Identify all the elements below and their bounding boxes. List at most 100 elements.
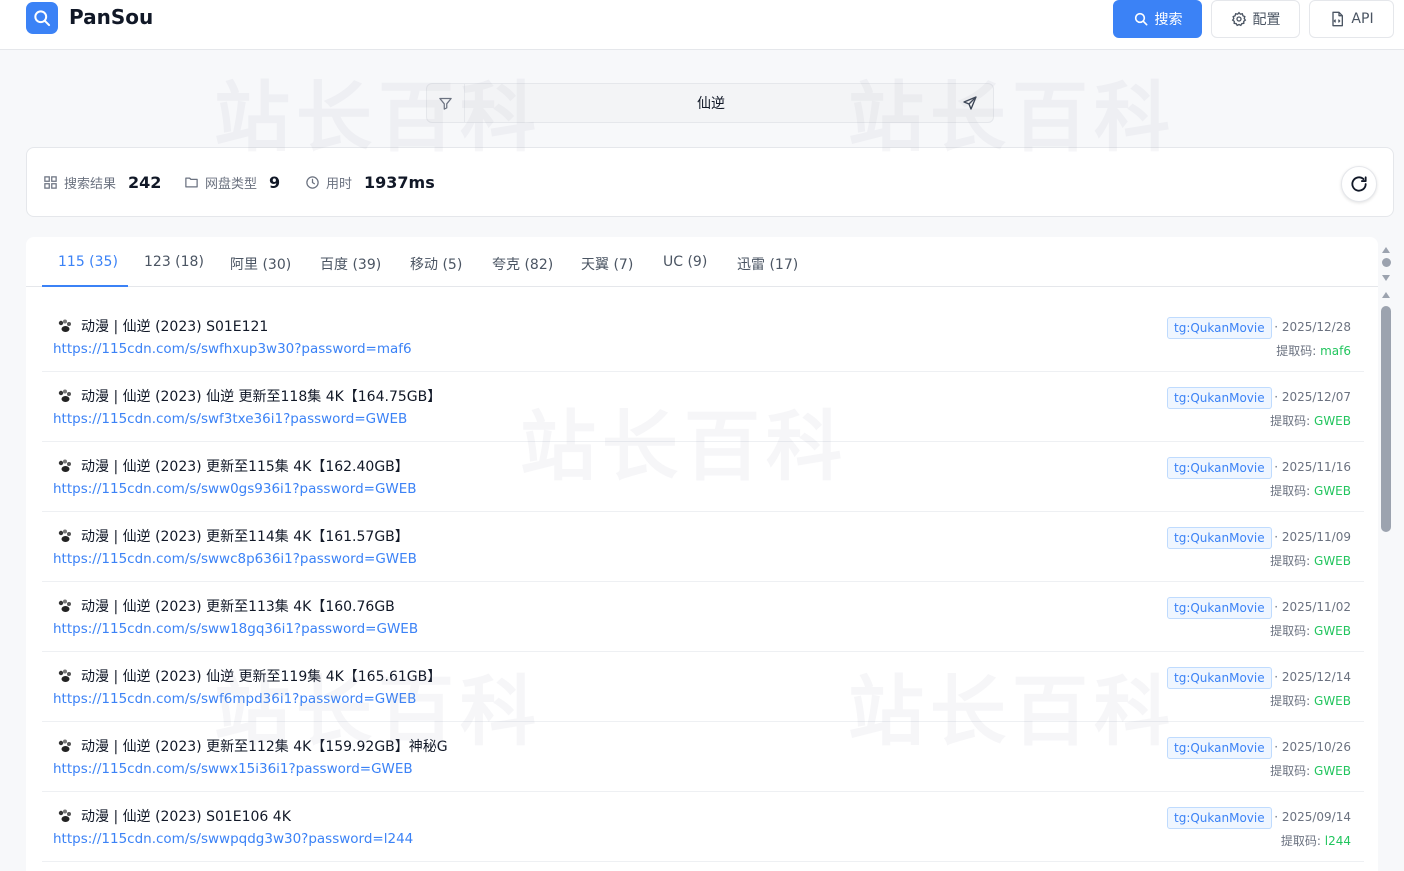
result-title[interactable]: 动漫 | 仙逆 (2023) S01E106 4K [57, 806, 291, 826]
api-button[interactable]: API [1309, 0, 1394, 38]
scroll-up-icon[interactable] [1381, 290, 1391, 300]
code-value[interactable]: GWEB [1314, 554, 1351, 568]
scroll-thumb[interactable] [1381, 306, 1391, 532]
tab-123[interactable]: 123 (18) [144, 237, 204, 287]
folder-icon [185, 177, 198, 188]
stat-results-label: 搜索结果 [64, 177, 117, 192]
result-date: · 2025/10/26 [1274, 740, 1351, 754]
search-input[interactable] [467, 84, 955, 122]
result-title-text: 动漫 | 仙逆 (2023) S01E106 4K [81, 809, 291, 825]
submit-search-button[interactable] [955, 84, 985, 122]
scroll-up-icon[interactable] [1381, 245, 1391, 255]
refresh-button[interactable] [1341, 166, 1377, 202]
source-tag[interactable]: tg:QukanMovie [1167, 527, 1272, 549]
code-value[interactable]: GWEB [1314, 694, 1351, 708]
result-row: 动漫 | 仙逆 (2023) S01E121 https://115cdn.co… [42, 302, 1364, 372]
paw-icon [58, 599, 71, 612]
result-title[interactable]: 动漫 | 仙逆 (2023) 更新至113集 4K【160.76GB [57, 596, 395, 616]
send-icon [963, 96, 977, 110]
result-row: 动漫 | 仙逆 (2023) 更新至113集 4K【160.76GB https… [42, 582, 1364, 652]
results-panel: 115 (35) 123 (18) 阿里 (30) 百度 (39) 移动 (5)… [26, 237, 1378, 871]
filter-button[interactable] [427, 84, 465, 122]
tab-115[interactable]: 115 (35) [42, 237, 128, 287]
top-header: PanSou 搜索 配置 API [0, 0, 1404, 50]
result-row: 动漫 | 仙逆 (2023) 更新至112集 4K【159.92GB】神秘G h… [42, 722, 1364, 792]
code-value[interactable]: GWEB [1314, 484, 1351, 498]
scroll-down-icon[interactable] [1381, 273, 1391, 283]
tab-mobile[interactable]: 移动 (5) [410, 237, 462, 287]
result-code: 提取码: GWEB [1270, 692, 1351, 709]
search-icon [1134, 12, 1147, 26]
result-title-text: 动漫 | 仙逆 (2023) S01E121 [81, 319, 269, 335]
stats-card: 搜索结果 242 网盘类型 9 用时 1937ms [26, 147, 1394, 217]
source-tag[interactable]: tg:QukanMovie [1167, 317, 1272, 339]
brand-name[interactable]: PanSou [69, 5, 153, 29]
result-row: 动漫 | 仙逆 (2023) S01E106 4K https://115cdn… [42, 792, 1364, 862]
code-label: 提取码: [1270, 414, 1315, 428]
source-tag[interactable]: tg:QukanMovie [1167, 737, 1272, 759]
tab-uc[interactable]: UC (9) [663, 237, 707, 287]
code-value[interactable]: GWEB [1314, 624, 1351, 638]
paw-icon [58, 319, 71, 332]
result-row: 动漫 | 仙逆 (2023) 仙逆 更新至118集 4K【164.75GB】 h… [42, 372, 1364, 442]
result-title[interactable]: 动漫 | 仙逆 (2023) 更新至112集 4K【159.92GB】神秘G [57, 736, 448, 756]
result-code: 提取码: GWEB [1270, 762, 1351, 779]
result-date: · 2025/12/28 [1274, 320, 1351, 334]
result-title[interactable]: 动漫 | 仙逆 (2023) 更新至115集 4K【162.40GB】 [57, 456, 409, 476]
code-value[interactable]: maf6 [1320, 344, 1351, 358]
result-title[interactable]: 动漫 | 仙逆 (2023) 仙逆 更新至118集 4K【164.75GB】 [57, 386, 441, 406]
result-link[interactable]: https://115cdn.com/s/sww0gs936i1?passwor… [53, 481, 417, 497]
stat-time-value: 1937ms [364, 173, 435, 192]
result-code: 提取码: GWEB [1270, 482, 1351, 499]
result-date: · 2025/11/02 [1274, 600, 1351, 614]
stat-types-value: 9 [269, 173, 281, 192]
logo-search-icon[interactable] [26, 2, 58, 34]
result-link[interactable]: https://115cdn.com/s/swf6mpd36i1?passwor… [53, 691, 416, 707]
result-date: · 2025/09/14 [1274, 810, 1351, 824]
gear-icon [1231, 11, 1246, 27]
tab-baidu[interactable]: 百度 (39) [320, 237, 381, 287]
result-title[interactable]: 动漫 | 仙逆 (2023) 仙逆 更新至119集 4K【165.61GB】 [57, 666, 441, 686]
source-tag[interactable]: tg:QukanMovie [1167, 597, 1272, 619]
code-value[interactable]: GWEB [1314, 414, 1351, 428]
scrollbar[interactable] [1379, 240, 1393, 871]
code-label: 提取码: [1270, 484, 1315, 498]
code-label: 提取码: [1276, 344, 1321, 358]
grid-icon [44, 176, 57, 189]
result-code: 提取码: GWEB [1270, 412, 1351, 429]
result-link[interactable]: https://115cdn.com/s/swf3txe36i1?passwor… [53, 411, 407, 427]
result-title[interactable]: 动漫 | 仙逆 (2023) S01E121 [57, 316, 268, 336]
code-value[interactable]: GWEB [1314, 764, 1351, 778]
result-row: 动漫 | 仙逆 (2023) 仙逆 更新至119集 4K【165.61GB】 h… [42, 652, 1364, 722]
source-tag[interactable]: tg:QukanMovie [1167, 457, 1272, 479]
result-title-text: 动漫 | 仙逆 (2023) 更新至113集 4K【160.76GB [81, 599, 395, 615]
search-nav-button[interactable]: 搜索 [1113, 0, 1202, 38]
tab-aliyun[interactable]: 阿里 (30) [230, 237, 291, 287]
tab-quark[interactable]: 夸克 (82) [492, 237, 553, 287]
refresh-icon [1351, 176, 1367, 192]
result-title[interactable]: 动漫 | 仙逆 (2023) 更新至114集 4K【161.57GB】 [57, 526, 409, 546]
source-tag[interactable]: tg:QukanMovie [1167, 387, 1272, 409]
result-link[interactable]: https://115cdn.com/s/swwpqdg3w30?passwor… [53, 831, 413, 847]
config-button[interactable]: 配置 [1211, 0, 1300, 38]
search-bar [426, 83, 994, 123]
result-title-text: 动漫 | 仙逆 (2023) 更新至112集 4K【159.92GB】神秘G [81, 739, 448, 755]
source-tag[interactable]: tg:QukanMovie [1167, 807, 1272, 829]
result-code: 提取码: GWEB [1270, 552, 1351, 569]
result-date: · 2025/12/07 [1274, 390, 1351, 404]
code-label: 提取码: [1270, 694, 1315, 708]
paw-icon [58, 739, 71, 752]
result-link[interactable]: https://115cdn.com/s/swfhxup3w30?passwor… [53, 341, 412, 357]
source-tag[interactable]: tg:QukanMovie [1167, 667, 1272, 689]
code-label: 提取码: [1270, 624, 1315, 638]
result-link[interactable]: https://115cdn.com/s/swwx15i36i1?passwor… [53, 761, 413, 777]
tab-xunlei[interactable]: 迅雷 (17) [737, 237, 798, 287]
code-value[interactable]: l244 [1325, 834, 1351, 848]
tab-tianyi[interactable]: 天翼 (7) [581, 237, 633, 287]
result-link[interactable]: https://115cdn.com/s/swwc8p636i1?passwor… [53, 551, 417, 567]
result-title-text: 动漫 | 仙逆 (2023) 更新至115集 4K【162.40GB】 [81, 459, 409, 475]
paw-icon [58, 809, 71, 822]
result-link[interactable]: https://115cdn.com/s/sww18gq36i1?passwor… [53, 621, 418, 637]
config-label: 配置 [1252, 12, 1281, 28]
code-label: 提取码: [1270, 554, 1315, 568]
